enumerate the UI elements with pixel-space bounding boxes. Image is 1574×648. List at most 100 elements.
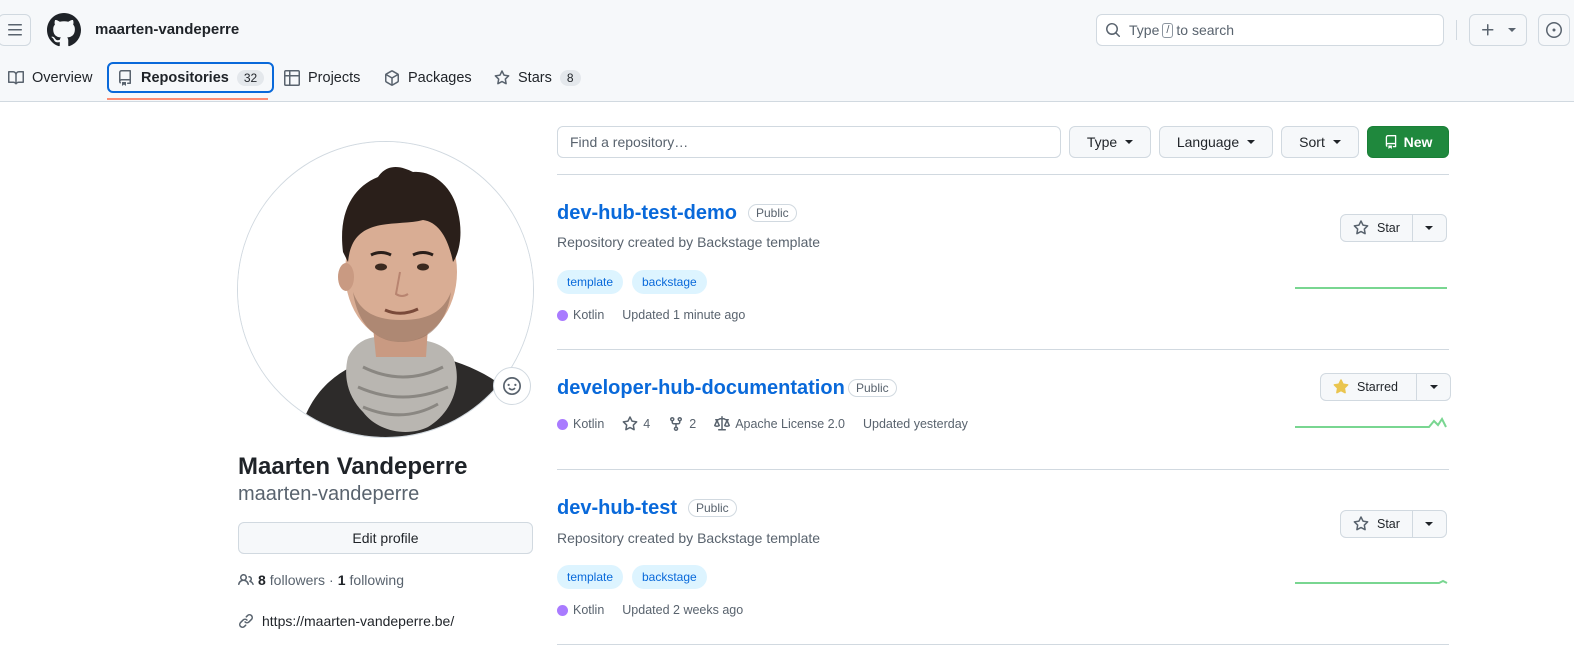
- star-button-group: Starred: [1320, 373, 1451, 401]
- chevron-down-icon: [1125, 140, 1134, 144]
- star-button-group: Star: [1340, 214, 1447, 242]
- tab-overview[interactable]: Overview: [0, 62, 100, 94]
- repo-updated: Updated 1 minute ago: [622, 308, 746, 322]
- repo-name-link[interactable]: developer-hub-documentation: [557, 377, 845, 400]
- tab-stars[interactable]: Stars 8: [486, 62, 589, 94]
- menu-button[interactable]: [0, 14, 31, 46]
- language-name: Kotlin: [573, 308, 605, 322]
- tab-label: Projects: [308, 70, 361, 86]
- activity-sparkline: [1295, 417, 1447, 428]
- tab-repositories[interactable]: Repositories 32: [107, 62, 275, 93]
- star-button[interactable]: Star: [1341, 215, 1413, 241]
- star-button[interactable]: Star: [1341, 511, 1413, 537]
- divider: [557, 349, 1449, 350]
- star-list-dropdown[interactable]: [1413, 215, 1446, 241]
- topic-tag[interactable]: template: [557, 565, 624, 589]
- global-search-input[interactable]: Type / to search: [1096, 14, 1444, 46]
- star-list-dropdown[interactable]: [1417, 374, 1450, 400]
- language-filter-button[interactable]: Language: [1159, 126, 1273, 158]
- header-username[interactable]: maarten-vandeperre: [95, 21, 239, 38]
- search-shortcut-key: /: [1162, 22, 1174, 38]
- sort-label: Sort: [1299, 134, 1325, 150]
- topic-tag[interactable]: backstage: [632, 565, 707, 589]
- package-icon: [385, 70, 399, 86]
- type-filter-label: Type: [1086, 134, 1118, 150]
- create-new-button[interactable]: [1469, 14, 1527, 46]
- search-prefix: Type: [1129, 22, 1160, 38]
- avatar[interactable]: [237, 141, 534, 438]
- profile-website: https://maarten-vandeperre.be/: [238, 613, 454, 629]
- star-icon: [622, 416, 638, 431]
- repo-stargazers[interactable]: 4: [622, 416, 650, 432]
- chevron-down-icon: [1429, 385, 1438, 389]
- star-icon: [1353, 220, 1369, 235]
- star-fill-icon: [1333, 379, 1349, 394]
- divider: [557, 174, 1449, 175]
- active-tab-underline: [107, 98, 268, 100]
- language-name: Kotlin: [573, 603, 605, 617]
- fork-icon: [670, 417, 683, 432]
- chevron-down-icon: [1332, 140, 1341, 144]
- repo-language: Kotlin: [557, 603, 604, 617]
- avatar-portrait: [238, 142, 533, 437]
- follow-separator: ·: [329, 572, 334, 588]
- profile-fullname: Maarten Vandeperre: [238, 453, 468, 480]
- unstar-button[interactable]: Starred: [1321, 374, 1417, 400]
- link-icon: [238, 613, 254, 629]
- stars-count-badge: 8: [559, 70, 581, 86]
- repo-count-badge: 32: [236, 69, 265, 86]
- set-status-button[interactable]: [493, 367, 531, 405]
- language-color-dot: [557, 309, 568, 321]
- tab-label: Overview: [32, 70, 93, 86]
- smiley-icon: [503, 377, 521, 395]
- followers-label[interactable]: followers: [270, 572, 325, 588]
- topic-tag[interactable]: template: [557, 270, 624, 294]
- tab-label: Stars: [518, 70, 552, 86]
- repo-language: Kotlin: [557, 417, 604, 431]
- hamburger-icon: [7, 24, 22, 36]
- visibility-badge: Public: [688, 499, 737, 517]
- license-name: Apache License 2.0: [735, 417, 845, 431]
- chevron-down-icon: [1247, 140, 1256, 144]
- repo-forks[interactable]: 2: [668, 416, 696, 432]
- followers-count[interactable]: 8: [258, 572, 266, 588]
- search-suffix: to search: [1176, 22, 1235, 38]
- website-link[interactable]: https://maarten-vandeperre.be/: [262, 613, 454, 629]
- following-count[interactable]: 1: [338, 572, 346, 588]
- edit-profile-button[interactable]: Edit profile: [238, 522, 533, 554]
- new-repository-button[interactable]: New: [1367, 126, 1449, 158]
- tab-packages[interactable]: Packages: [376, 62, 480, 94]
- divider: [557, 469, 1449, 470]
- language-color-dot: [557, 604, 568, 616]
- repo-name-link[interactable]: dev-hub-test: [557, 497, 677, 520]
- repo-description: Repository created by Backstage template: [557, 234, 821, 250]
- book-icon: [8, 70, 24, 85]
- star-label: Star: [1377, 221, 1400, 235]
- repo-license: Apache License 2.0: [714, 416, 845, 432]
- issues-button[interactable]: [1538, 14, 1570, 46]
- tab-projects[interactable]: Projects: [276, 62, 368, 94]
- global-header: maarten-vandeperre Type / to search Over…: [0, 0, 1574, 102]
- stars-count: 4: [643, 417, 651, 431]
- star-list-dropdown[interactable]: [1413, 511, 1446, 537]
- star-label: Starred: [1357, 380, 1398, 394]
- repo-meta: Kotlin 4 2 Apache License 2.0 Updated ye…: [557, 416, 968, 432]
- sort-button[interactable]: Sort: [1281, 126, 1359, 158]
- type-filter-button[interactable]: Type: [1069, 126, 1151, 158]
- language-name: Kotlin: [573, 417, 605, 431]
- repo-icon: [119, 69, 131, 86]
- chevron-down-icon: [1508, 28, 1516, 32]
- forks-count: 2: [689, 417, 697, 431]
- repo-meta: Kotlin Updated 2 weeks ago: [557, 603, 743, 617]
- repo-description: Repository created by Backstage template: [557, 530, 821, 546]
- tab-label: Packages: [408, 70, 472, 86]
- repo-name-link[interactable]: dev-hub-test-demo: [557, 202, 737, 225]
- repo-meta: Kotlin Updated 1 minute ago: [557, 308, 745, 322]
- topic-tag[interactable]: backstage: [632, 270, 707, 294]
- plus-icon: [1482, 24, 1494, 36]
- find-repository-input[interactable]: Find a repository…: [557, 126, 1061, 158]
- activity-sparkline: [1295, 579, 1448, 584]
- github-logo-icon[interactable]: [47, 13, 81, 47]
- following-label[interactable]: following: [350, 572, 404, 588]
- star-label: Star: [1377, 517, 1400, 531]
